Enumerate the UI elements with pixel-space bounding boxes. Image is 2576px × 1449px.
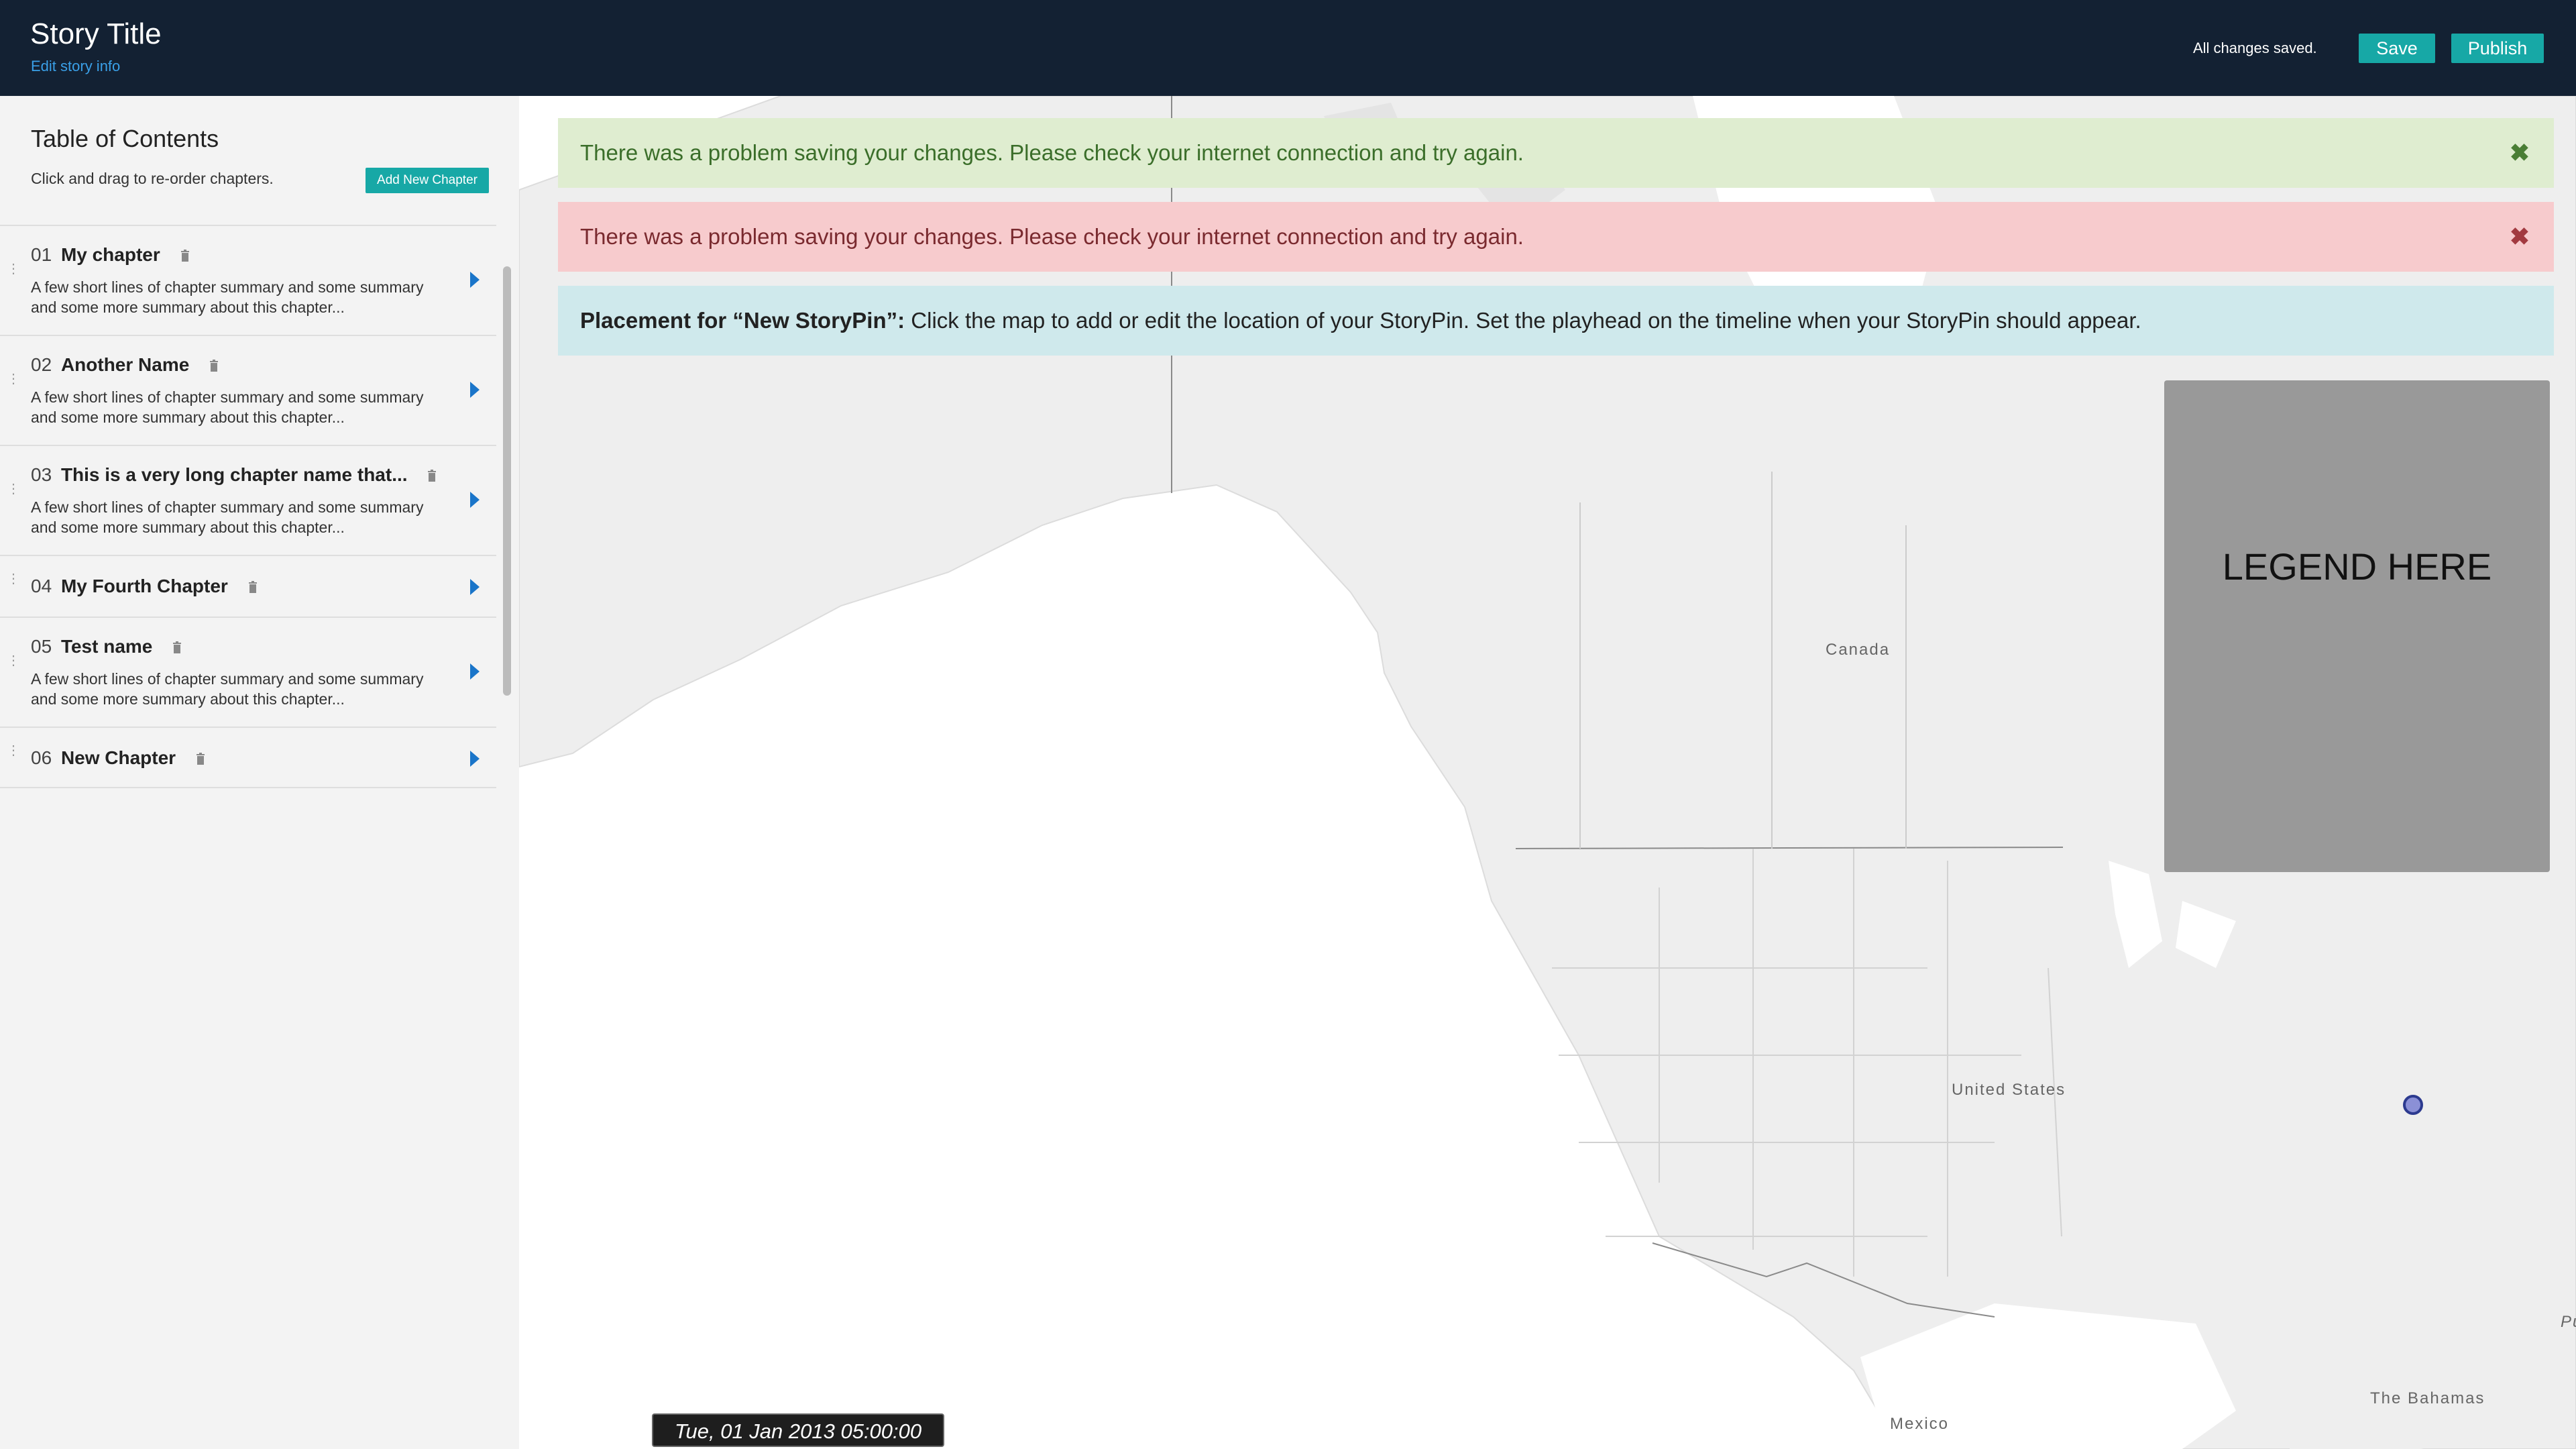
chapter-name: New Chapter (60, 747, 176, 768)
save-status-text: All changes saved. (2193, 40, 2317, 56)
trash-icon[interactable] (172, 637, 182, 653)
chapter-heading: 05 Test name (31, 636, 182, 657)
chapter-name: Another Name (60, 354, 190, 375)
chevron-right-icon[interactable] (470, 663, 480, 680)
chevron-right-icon[interactable] (470, 382, 480, 398)
toc-instructions: Click and drag to re-order chapters. (31, 170, 274, 187)
drag-handle-icon[interactable]: ⋮ (7, 372, 20, 386)
trash-icon[interactable] (248, 576, 258, 593)
alert-message: Click the map to add or edit the locatio… (905, 308, 2141, 333)
chapter-heading: 03 This is a very long chapter name that… (31, 464, 437, 486)
chapter-number: 02 (31, 354, 52, 375)
legend-placeholder-text: LEGEND HERE (2222, 545, 2492, 588)
app-header: Story Title Edit story info All changes … (0, 0, 2576, 96)
close-icon[interactable]: ✖ (2510, 202, 2530, 272)
save-button[interactable]: Save (2359, 34, 2435, 63)
chapter-name: This is a very long chapter name that... (60, 464, 408, 485)
drag-handle-icon[interactable]: ⋮ (7, 262, 20, 276)
drag-handle-icon[interactable]: ⋮ (7, 482, 20, 496)
success-alert: There was a problem saving your changes.… (558, 118, 2554, 188)
drag-handle-icon[interactable]: ⋮ (7, 572, 20, 586)
alert-message: There was a problem saving your changes.… (580, 224, 1524, 249)
drag-handle-icon[interactable]: ⋮ (7, 744, 20, 757)
canada-label: Canada (1826, 641, 1891, 659)
chapter-heading: 04 My Fourth Chapter (31, 576, 258, 597)
story-title: Story Title (30, 17, 162, 50)
chapter-item[interactable]: ⋮ 04 My Fourth Chapter (0, 555, 496, 616)
bahamas-label: The Bahamas (2370, 1389, 2485, 1407)
chapter-summary: A few short lines of chapter summary and… (31, 388, 424, 426)
placement-info-alert: Placement for “New StoryPin”: Click the … (558, 286, 2554, 356)
chevron-right-icon[interactable] (470, 272, 480, 288)
add-new-chapter-button[interactable]: Add New Chapter (366, 168, 489, 193)
sidebar-scrollbar[interactable] (503, 266, 511, 696)
alert-heading: Placement for “New StoryPin”: (580, 308, 905, 333)
chevron-right-icon[interactable] (470, 579, 480, 595)
chapter-heading: 06 New Chapter (31, 747, 205, 769)
chapter-list: ⋮ 01 My chapter A few short lines of cha… (0, 225, 496, 788)
storypin-marker[interactable] (2403, 1095, 2423, 1115)
chapter-summary: A few short lines of chapter summary and… (31, 498, 424, 536)
map-edge-label: Pu (2561, 1313, 2576, 1331)
chapter-number: 06 (31, 747, 52, 768)
chapter-summary: A few short lines of chapter summary and… (31, 278, 424, 316)
chapter-number: 01 (31, 244, 52, 265)
chapter-item[interactable]: ⋮ 06 New Chapter (0, 727, 496, 788)
chapter-item[interactable]: ⋮ 03 This is a very long chapter name th… (0, 445, 496, 555)
trash-icon[interactable] (180, 245, 190, 262)
chapter-number: 05 (31, 636, 52, 657)
chapter-name: My Fourth Chapter (60, 576, 228, 596)
chapter-heading: 02 Another Name (31, 354, 219, 376)
drag-handle-icon[interactable]: ⋮ (7, 654, 20, 667)
chapter-name: Test name (60, 636, 153, 657)
trash-icon[interactable] (209, 355, 219, 372)
chapter-number: 04 (31, 576, 52, 596)
error-alert: There was a problem saving your changes.… (558, 202, 2554, 272)
chapter-item[interactable]: ⋮ 01 My chapter A few short lines of cha… (0, 225, 496, 335)
chapter-name: My chapter (60, 244, 160, 265)
trash-icon[interactable] (196, 748, 205, 765)
publish-button[interactable]: Publish (2451, 34, 2544, 63)
map-legend: LEGEND HERE (2164, 380, 2550, 872)
chevron-right-icon[interactable] (470, 492, 480, 508)
timeline-timestamp: Tue, 01 Jan 2013 05:00:00 GMT (652, 1413, 944, 1447)
chapter-item[interactable]: ⋮ 05 Test name A few short lines of chap… (0, 616, 496, 727)
trash-icon[interactable] (427, 465, 437, 482)
alert-message: There was a problem saving your changes.… (580, 140, 1524, 165)
table-of-contents-panel: Table of Contents Click and drag to re-o… (0, 96, 519, 1449)
chevron-right-icon[interactable] (470, 751, 480, 767)
close-icon[interactable]: ✖ (2510, 118, 2530, 188)
united-states-label: United States (1952, 1081, 2066, 1099)
chapter-heading: 01 My chapter (31, 244, 190, 266)
chapter-item[interactable]: ⋮ 02 Another Name A few short lines of c… (0, 335, 496, 445)
mexico-label: Mexico (1890, 1415, 1950, 1433)
chapter-summary: A few short lines of chapter summary and… (31, 670, 424, 708)
toc-title: Table of Contents (31, 125, 219, 152)
chapter-number: 03 (31, 464, 52, 485)
edit-story-info-link[interactable]: Edit story info (31, 58, 120, 75)
